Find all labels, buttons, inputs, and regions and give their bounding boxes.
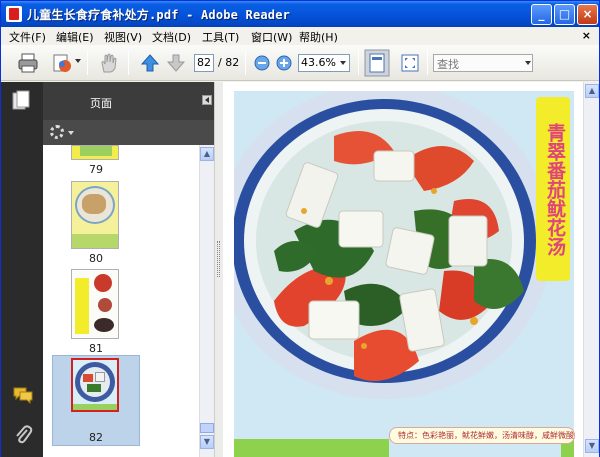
menu-document[interactable]: 文档(D) xyxy=(152,29,191,45)
toolbar: 82 / 82 43.6% 查找 xyxy=(1,45,599,81)
gear-icon[interactable] xyxy=(50,125,64,139)
thumbnail-art xyxy=(95,372,105,382)
options-dropdown-arrow[interactable] xyxy=(68,131,74,135)
thumbnail-art xyxy=(83,374,93,382)
thumbnail-label: 80 xyxy=(89,252,103,265)
thumbnail-art xyxy=(98,298,112,312)
page-thumbnail-80[interactable] xyxy=(71,181,119,249)
page-thumbnail-82[interactable] xyxy=(71,358,119,412)
splitter-grip[interactable] xyxy=(217,241,220,277)
collapse-panel-button[interactable] xyxy=(202,95,212,105)
navigation-strip xyxy=(1,82,43,457)
minimize-button[interactable]: _ xyxy=(531,4,552,25)
scroll-down-button[interactable]: ▼ xyxy=(200,435,214,449)
toolbar-separator xyxy=(427,51,428,75)
menu-tools[interactable]: 工具(T) xyxy=(202,29,239,45)
page-thumbnail-81[interactable] xyxy=(71,269,119,339)
page-total: / 82 xyxy=(218,56,240,69)
fullscreen-icon[interactable] xyxy=(399,52,421,74)
menu-edit[interactable]: 编辑(E) xyxy=(56,29,94,45)
thumbnail-art xyxy=(87,384,101,392)
document-scrollbar[interactable]: ▲ ▼ xyxy=(583,82,599,457)
close-button[interactable]: × xyxy=(577,4,598,25)
menu-view[interactable]: 视图(V) xyxy=(104,29,142,45)
pages-panel-title: 页面 xyxy=(90,97,112,110)
maximize-button[interactable]: □ xyxy=(554,4,575,25)
email-icon[interactable] xyxy=(51,52,73,74)
recipe-title: 青翠番茄鱿花汤 xyxy=(536,97,570,281)
next-page-icon[interactable] xyxy=(165,52,187,74)
scroll-thumb[interactable] xyxy=(200,423,214,433)
find-input[interactable]: 查找 xyxy=(433,54,533,72)
email-dropdown-arrow[interactable] xyxy=(75,59,81,63)
attachment-icon[interactable] xyxy=(13,424,33,446)
thumbnail-label: 81 xyxy=(89,342,103,355)
find-dropdown-arrow[interactable] xyxy=(525,61,531,65)
zoom-dropdown-arrow[interactable] xyxy=(340,61,346,65)
thumbnail-art xyxy=(80,146,112,156)
scroll-up-button[interactable]: ▲ xyxy=(200,147,214,161)
doc-scroll-up-button[interactable]: ▲ xyxy=(585,84,599,98)
pages-icon[interactable] xyxy=(12,90,30,110)
menu-help[interactable]: 帮助(H) xyxy=(299,29,338,45)
thumbnail-art xyxy=(73,404,117,410)
menu-file[interactable]: 文件(F) xyxy=(9,29,46,45)
doc-scroll-down-button[interactable]: ▼ xyxy=(585,439,599,453)
adobe-reader-window: 儿童生长食疗食补处方.pdf - Adobe Reader _ □ × 文件(F… xyxy=(0,0,600,457)
toolbar-separator xyxy=(87,51,88,75)
document-close-button[interactable]: × xyxy=(582,29,591,42)
zoom-in-icon[interactable] xyxy=(273,52,295,74)
page-number-input[interactable]: 82 xyxy=(194,54,214,72)
window-title: 儿童生长食疗食补处方.pdf - Adobe Reader xyxy=(27,8,291,22)
toolbar-separator xyxy=(358,51,359,75)
thumbnail-scrollbar[interactable]: ▲ ▼ xyxy=(199,145,214,457)
zoom-out-icon[interactable] xyxy=(251,52,273,74)
panel-options-bar xyxy=(43,120,217,145)
toolbar-separator xyxy=(128,51,129,75)
document-page xyxy=(234,91,574,457)
pages-panel-header: 页面 xyxy=(43,82,217,120)
prev-page-icon[interactable] xyxy=(139,52,161,74)
comment-icon[interactable] xyxy=(12,386,34,404)
print-icon[interactable] xyxy=(17,52,39,74)
menu-window[interactable]: 窗口(W) xyxy=(251,29,292,45)
recipe-caption: 特点：色彩艳丽，鱿花鲜嫩，汤清味醇，咸鲜微酸。 xyxy=(389,427,575,444)
menu-bar: 文件(F) 编辑(E) 视图(V) 文档(D) 工具(T) 窗口(W) 帮助(H… xyxy=(1,27,599,45)
pdf-app-icon xyxy=(6,6,22,22)
hand-icon[interactable] xyxy=(98,52,120,74)
page-thumbnail-79[interactable] xyxy=(71,145,119,160)
thumbnail-label: 79 xyxy=(89,163,103,176)
fit-page-icon[interactable] xyxy=(364,49,390,77)
thumbnail-art xyxy=(75,278,89,334)
thumbnail-art xyxy=(94,318,114,332)
thumbnail-art xyxy=(82,194,106,214)
page-footer-band xyxy=(234,439,389,457)
thumbnail-art xyxy=(72,234,118,248)
dish-photo xyxy=(234,91,574,457)
thumbnail-art xyxy=(94,274,112,292)
thumbnail-label: 82 xyxy=(89,431,103,444)
toolbar-separator xyxy=(245,51,246,75)
title-bar[interactable]: 儿童生长食疗食补处方.pdf - Adobe Reader _ □ × xyxy=(1,1,599,27)
